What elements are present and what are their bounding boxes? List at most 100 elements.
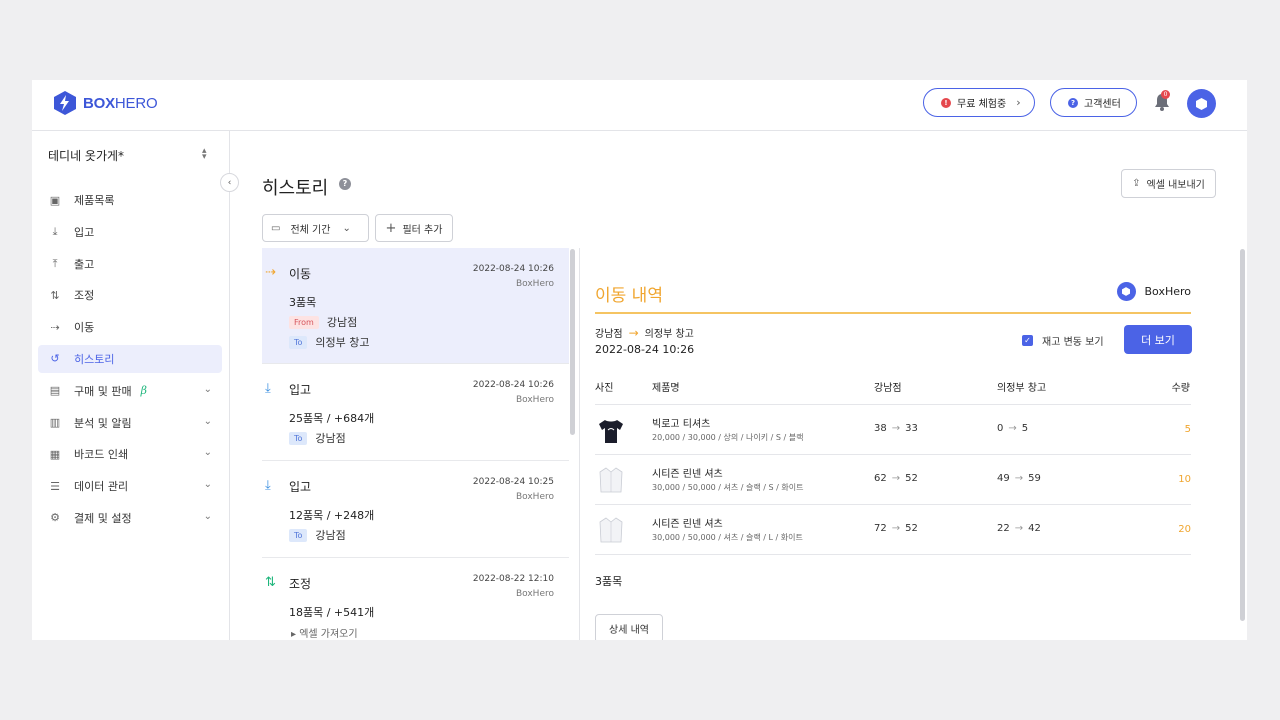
- transfer-route: 강남점 → 의정부 창고: [595, 325, 694, 341]
- chevron-down-icon[interactable]: ⌄: [204, 416, 212, 427]
- support-center-label: 고객센터: [1084, 99, 1121, 110]
- move-icon: ⇢: [50, 320, 60, 334]
- sidebar-item-settings[interactable]: ⚙ 결제 및 설정 ⌄: [38, 504, 222, 532]
- free-trial-button[interactable]: ! 무료 체험중 ›: [923, 88, 1035, 117]
- show-stock-change-checkbox[interactable]: ✓ 재고 변동 보기: [1022, 333, 1104, 348]
- detail-brand: BoxHero: [1116, 282, 1191, 301]
- more-button[interactable]: 더 보기: [1124, 325, 1192, 354]
- product-name: 시티즌 린넨 셔츠: [652, 519, 723, 530]
- logo-text: BOXHERO: [83, 94, 158, 112]
- sidebar-item-label: 조정: [74, 289, 95, 303]
- brand-avatar-icon: [1116, 282, 1136, 301]
- chevron-down-icon: ⌄: [342, 222, 351, 234]
- from-stock-change: 62 → 52: [874, 473, 918, 484]
- to-location: 강남점: [315, 432, 346, 445]
- main-content: 히스토리 ? ⇪ 엑셀 내보내기 ▭ 전체 기간 ⌄ + 필터 추가 ⇢ 이동 …: [231, 131, 1247, 640]
- history-date: 2022-08-24 10:26: [472, 264, 554, 274]
- white-shirt-image: [599, 517, 623, 543]
- support-center-button[interactable]: ? 고객센터: [1050, 88, 1137, 117]
- adjust-icon: ⇅: [265, 575, 276, 590]
- sidebar-item-label: 출고: [74, 257, 95, 271]
- detail-panel-scrollbar[interactable]: [1240, 249, 1245, 621]
- total-items: 3품목: [595, 575, 623, 588]
- sidebar-item-move[interactable]: ⇢ 이동: [38, 313, 222, 341]
- transfer-quantity: 20: [1178, 524, 1191, 535]
- sidebar-item-data[interactable]: ☰ 데이터 관리 ⌄: [38, 472, 222, 500]
- detail-title: 이동 내역: [595, 286, 663, 306]
- sidebar-item-label: 바코드 인쇄: [74, 448, 129, 462]
- notification-badge: 0: [1161, 90, 1170, 99]
- history-user: BoxHero: [515, 492, 554, 502]
- top-header: BOXHERO ! 무료 체험중 › ? 고객센터 0: [32, 80, 1247, 131]
- sidebar-item-label: 구매 및 판매: [74, 384, 132, 398]
- transfer-detail-panel: 이동 내역 BoxHero 강남점 → 의정부 창고 2022-08-24 10…: [579, 248, 1218, 640]
- period-select[interactable]: ▭ 전체 기간 ⌄: [262, 214, 369, 242]
- user-avatar[interactable]: [1187, 89, 1216, 118]
- page-title: 히스토리: [262, 178, 329, 199]
- logo-icon: [54, 91, 76, 115]
- chevron-down-icon[interactable]: ⌄: [204, 447, 212, 458]
- adjust-icon: ⇅: [50, 288, 60, 302]
- to-tag: To: [289, 431, 308, 445]
- sidebar-item-barcode[interactable]: ▦ 바코드 인쇄 ⌄: [38, 440, 222, 468]
- history-user: BoxHero: [515, 395, 554, 405]
- sidebar-item-stock-in[interactable]: ⤓ 입고: [38, 218, 222, 246]
- table-row[interactable]: 시티즌 린넨 셔츠 30,000 / 50,000 / 셔츠 / 슬랙 / L …: [595, 504, 1191, 554]
- history-item[interactable]: ⇅ 조정 2022-08-22 12:10 BoxHero 18품목 / +54…: [262, 558, 569, 640]
- column-photo: 사진: [595, 383, 614, 394]
- history-to: To 의정부 창고: [289, 334, 370, 350]
- store-name[interactable]: 테디네 옷가게*: [48, 147, 124, 164]
- history-type: 입고: [289, 383, 312, 397]
- period-label: 전체 기간: [290, 224, 331, 236]
- history-from: From 강남점: [289, 314, 357, 330]
- sidebar-item-analytics[interactable]: ▥ 분석 및 알림 ⌄: [38, 409, 222, 437]
- sidebar-item-adjust[interactable]: ⇅ 조정: [38, 281, 222, 309]
- route-from: 강남점: [595, 329, 623, 340]
- avatar-logo-icon: [1196, 97, 1207, 110]
- sidebar-item-stock-out[interactable]: ⤒ 출고: [38, 250, 222, 278]
- product-attributes: 20,000 / 30,000 / 상의 / 나이키 / S / 블랙: [652, 433, 804, 442]
- to-stock-change: 49 → 59: [997, 473, 1041, 484]
- add-filter-button[interactable]: + 필터 추가: [375, 214, 453, 242]
- table-row[interactable]: 시티즌 린넨 셔츠 30,000 / 50,000 / 셔츠 / 슬랙 / S …: [595, 454, 1191, 504]
- column-qty: 수량: [1171, 383, 1190, 394]
- from-stock-change: 38 → 33: [874, 423, 918, 434]
- sidebar-item-history[interactable]: ↺ 히스토리: [38, 344, 222, 373]
- help-icon[interactable]: ?: [339, 178, 351, 190]
- history-type: 조정: [289, 577, 312, 591]
- history-item[interactable]: ⇢ 이동 2022-08-24 10:26 BoxHero 3품목 From 강…: [262, 248, 569, 364]
- store-switch-icon[interactable]: ▴ ▾: [202, 147, 207, 162]
- history-icon: ↺: [50, 352, 60, 366]
- to-location: 강남점: [315, 529, 346, 542]
- chevron-down-icon[interactable]: ⌄: [204, 479, 212, 490]
- sidebar-item-label: 이동: [74, 321, 95, 335]
- history-count: 3품목: [289, 296, 317, 309]
- history-item[interactable]: ⤓ 입고 2022-08-24 10:25 BoxHero 12품목 / +24…: [262, 461, 569, 558]
- beta-badge: β: [140, 384, 147, 398]
- to-tag: To: [289, 335, 308, 349]
- collapse-sidebar-button[interactable]: ‹: [220, 173, 239, 192]
- history-item[interactable]: ⤓ 입고 2022-08-24 10:26 BoxHero 25품목 / +68…: [262, 364, 569, 461]
- table-divider: [595, 554, 1191, 555]
- excel-export-button[interactable]: ⇪ 엑셀 내보내기: [1121, 169, 1216, 198]
- sidebar-item-label: 데이터 관리: [74, 480, 129, 494]
- product-attributes: 30,000 / 50,000 / 셔츠 / 슬랙 / L / 화이트: [652, 533, 803, 542]
- add-filter-label: 필터 추가: [402, 224, 443, 236]
- to-tag: To: [289, 528, 308, 542]
- history-user: BoxHero: [515, 279, 554, 289]
- document-icon: ▤: [49, 384, 61, 398]
- history-list-scrollbar[interactable]: [570, 249, 575, 435]
- product-name: 빅로고 티셔츠: [652, 419, 711, 430]
- arrow-right-icon: →: [628, 325, 639, 340]
- table-row[interactable]: 빅로고 티셔츠 20,000 / 30,000 / 상의 / 나이키 / S /…: [595, 404, 1191, 454]
- sidebar-item-label: 히스토리: [74, 352, 115, 366]
- detail-history-button[interactable]: 상세 내역: [595, 614, 663, 640]
- boxhero-logo[interactable]: BOXHERO: [54, 91, 158, 115]
- sidebar-item-products[interactable]: ▣ 제품목록: [38, 186, 222, 214]
- chevron-down-icon[interactable]: ⌄: [204, 511, 212, 522]
- history-list: ⇢ 이동 2022-08-24 10:26 BoxHero 3품목 From 강…: [262, 248, 569, 640]
- sidebar-item-purchase-sales[interactable]: ▤ 구매 및 판매 β ⌄: [38, 377, 222, 405]
- box-icon: ▣: [49, 193, 61, 207]
- export-icon: ⇪: [1132, 178, 1141, 189]
- chevron-down-icon[interactable]: ⌄: [204, 384, 212, 395]
